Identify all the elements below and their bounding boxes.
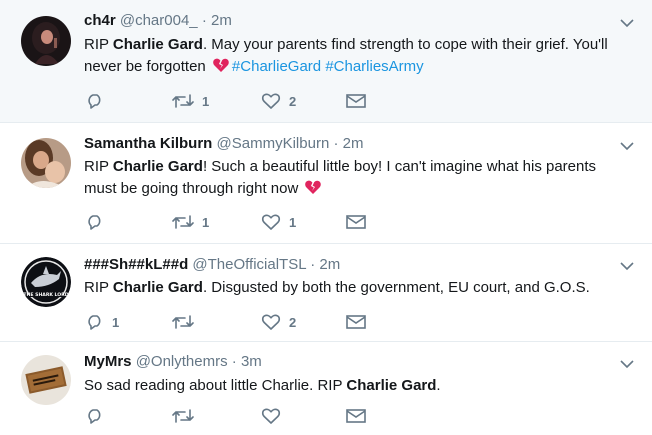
like-button[interactable] [261, 406, 281, 426]
reply-icon [88, 94, 101, 109]
envelope-icon [346, 409, 366, 423]
retweet-button[interactable] [172, 312, 194, 332]
tweet-actions: 1 2 [86, 91, 386, 111]
retweet-button[interactable]: 1 [172, 91, 209, 111]
display-name[interactable]: ###Sh##kL##d [84, 256, 188, 273]
chevron-down-icon[interactable] [620, 139, 634, 153]
avatar[interactable]: THE SHARK LORD [21, 257, 71, 307]
avatar-photo-icon [21, 16, 71, 66]
text-prefix: So sad reading about little Charlie. RIP [84, 377, 347, 394]
text-body: . [436, 377, 441, 394]
tweet-actions: 1 1 [86, 212, 386, 232]
display-name[interactable]: Samantha Kilburn [84, 135, 212, 152]
heart-icon [261, 214, 281, 230]
tweet-text: RIP Charlie Gard. May your parents find … [84, 34, 624, 78]
retweet-count: 1 [202, 93, 210, 109]
reply-icon [88, 215, 101, 230]
hashtag-link[interactable]: #CharlieGard [232, 58, 321, 75]
tweet-actions: 1 2 [86, 312, 386, 332]
like-count: 2 [289, 93, 297, 109]
avatar[interactable] [21, 138, 71, 188]
like-button[interactable]: 1 [261, 212, 296, 232]
avatar-photo-icon [21, 138, 71, 188]
envelope-icon [346, 94, 366, 108]
broken-heart-icon [304, 178, 322, 196]
tweet-actions [86, 406, 386, 426]
retweet-icon [172, 315, 194, 329]
user-handle[interactable]: @TheOfficialTSL [192, 256, 306, 273]
text-bold: Charlie Gard [112, 279, 203, 296]
display-name[interactable]: MyMrs [84, 353, 132, 370]
heart-icon [261, 408, 281, 424]
text-bold: Charlie Gard [112, 36, 203, 53]
direct-message-button[interactable] [346, 312, 366, 332]
heart-icon [261, 314, 281, 330]
envelope-icon [346, 215, 366, 229]
display-name[interactable]: ch4r [84, 12, 116, 29]
reply-count: 1 [112, 314, 120, 330]
logo-text: THE SHARK LORD [23, 292, 68, 298]
reply-button[interactable]: 1 [86, 312, 119, 332]
separator: · [201, 12, 207, 29]
user-handle[interactable]: @char004_ [120, 12, 198, 29]
direct-message-button[interactable] [346, 212, 366, 232]
heart-icon [261, 93, 281, 109]
reply-button[interactable] [86, 212, 104, 232]
retweet-button[interactable]: 1 [172, 212, 209, 232]
reply-icon [88, 409, 101, 424]
chevron-down-icon[interactable] [620, 259, 634, 273]
chevron-down-icon[interactable] [620, 357, 634, 371]
user-handle[interactable]: @Onlythemrs [136, 353, 228, 370]
retweet-count: 1 [202, 214, 210, 230]
tweet-header: ###Sh##kL##d @TheOfficialTSL · 2m [84, 256, 612, 273]
retweet-icon [172, 215, 194, 229]
separator: · [310, 256, 316, 273]
timestamp[interactable]: 3m [241, 353, 262, 370]
tweet-text: So sad reading about little Charlie. RIP… [84, 375, 624, 397]
timestamp[interactable]: 2m [211, 12, 232, 29]
tweet-header: Samantha Kilburn @SammyKilburn · 2m [84, 135, 612, 152]
doormat-photo-icon [21, 355, 71, 405]
broken-heart-icon [212, 56, 230, 74]
avatar[interactable] [21, 16, 71, 66]
separator: · [231, 353, 237, 370]
retweet-icon [172, 94, 194, 108]
tweet-feed: ch4r @char004_ · 2m RIP Charlie Gard. Ma… [0, 0, 652, 435]
text-prefix: RIP [84, 36, 113, 53]
tweet-header: ch4r @char004_ · 2m [84, 12, 612, 29]
tweet[interactable]: MyMrs @Onlythemrs · 3m So sad reading ab… [0, 342, 652, 435]
tweet-header: MyMrs @Onlythemrs · 3m [84, 353, 612, 370]
shark-lord-logo-icon: THE SHARK LORD [21, 257, 71, 307]
reply-icon [88, 315, 101, 330]
text-prefix: RIP [84, 158, 113, 175]
like-count: 1 [289, 214, 297, 230]
user-handle[interactable]: @SammyKilburn [217, 135, 330, 152]
envelope-icon [346, 315, 366, 329]
text-body: . Disgusted by both the government, EU c… [202, 279, 590, 296]
tweet[interactable]: Samantha Kilburn @SammyKilburn · 2m RIP … [0, 123, 652, 244]
text-bold: Charlie Gard [112, 158, 203, 175]
chevron-down-icon[interactable] [620, 16, 634, 30]
retweet-icon [172, 409, 194, 423]
timestamp[interactable]: 2m [319, 256, 340, 273]
like-button[interactable]: 2 [261, 91, 296, 111]
reply-button[interactable] [86, 91, 104, 111]
tweet[interactable]: THE SHARK LORD ###Sh##kL##d @TheOfficial… [0, 244, 652, 342]
reply-button[interactable] [86, 406, 104, 426]
text-prefix: RIP [84, 279, 113, 296]
direct-message-button[interactable] [346, 91, 366, 111]
tweet-text: RIP Charlie Gard! Such a beautiful littl… [84, 156, 624, 200]
separator: · [333, 135, 339, 152]
text-bold: Charlie Gard [346, 377, 437, 394]
retweet-button[interactable] [172, 406, 194, 426]
like-count: 2 [289, 314, 297, 330]
direct-message-button[interactable] [346, 406, 366, 426]
tweet[interactable]: ch4r @char004_ · 2m RIP Charlie Gard. Ma… [0, 0, 652, 123]
hashtag-link[interactable]: #CharliesArmy [325, 58, 423, 75]
tweet-text: RIP Charlie Gard. Disgusted by both the … [84, 277, 624, 299]
like-button[interactable]: 2 [261, 312, 296, 332]
timestamp[interactable]: 2m [343, 135, 364, 152]
avatar[interactable] [21, 355, 71, 405]
